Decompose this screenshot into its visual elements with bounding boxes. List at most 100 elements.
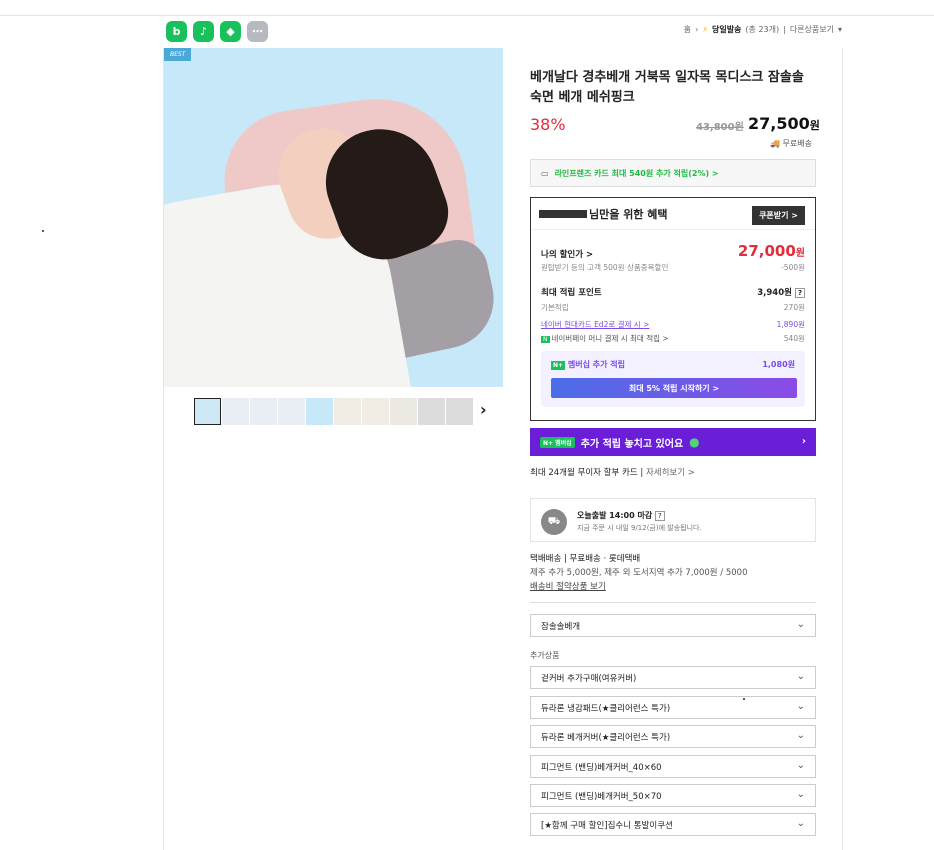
original-price: 43,800원 — [696, 122, 744, 133]
add-option-label: 피그먼트 (밴딩)베개커버_50×70 — [541, 791, 662, 802]
truck-icon: ⛟ — [541, 509, 567, 535]
chevron-right-icon[interactable]: › — [480, 400, 487, 419]
card-points-value: 1,890원 — [776, 320, 805, 329]
bookmark-icon[interactable]: ◆ — [220, 21, 241, 42]
chevron-right-icon: › — [801, 436, 806, 447]
free-shipping: 🚚 무료배송 — [770, 138, 812, 149]
add-option-select[interactable]: 듀라론 냉감패드(★클리어런스 특가) ⌄ — [530, 696, 816, 719]
chevron-down-icon: ⌄ — [796, 730, 805, 741]
delivery-box: ⛟ 오늘출발 14:00 마감 ? 지금 주문 시 내일 9/12(금)에 발송… — [530, 498, 816, 542]
add-option-select[interactable]: 피그먼트 (밴딩)베개커버_40×60 ⌄ — [530, 755, 816, 778]
stray-dot — [743, 698, 745, 700]
membership-label: N+ 멤버십 추가 적립 — [551, 359, 625, 370]
sale-price: 27,500원 — [748, 114, 820, 133]
shipping-saving-link[interactable]: 배송비 절약상품 보기 — [530, 580, 747, 594]
card-icon: ▭ — [541, 168, 549, 178]
installment-text: 최대 24개월 무이자 할부 카드 — [530, 468, 638, 478]
points-value-text: 3,940원 — [757, 288, 792, 298]
membership-badge-label: 멤버십 — [555, 439, 572, 447]
add-option-select[interactable]: [★함께 구매 할인]집수니 통발이쿠션 ⌄ — [530, 813, 816, 836]
add-option-select[interactable]: 겉커버 추가구매(여유커버) ⌄ — [530, 666, 816, 689]
card-points-link[interactable]: 네이버 현대카드 Ed2로 결제 시 > — [541, 319, 649, 330]
option-select-label: 잠솔솔베개 — [541, 621, 581, 632]
tiktok-icon[interactable]: ♪ — [193, 21, 214, 42]
add-option-label: 듀라론 냉감패드(★클리어런스 특가) — [541, 703, 671, 714]
option-select[interactable]: 잠솔솔베개 ⌄ — [530, 614, 816, 637]
pay-points-value: 540원 — [783, 334, 805, 343]
membership-panel: N+ 멤버십 추가 적립 1,080원 최대 5% 적립 시작하기 > — [541, 351, 805, 407]
basic-points-label: 기본적립 — [541, 303, 569, 312]
chevron-down-icon: ⌄ — [796, 789, 805, 800]
thumbnail[interactable] — [222, 398, 249, 425]
chevron-down-icon: ▾ — [837, 25, 842, 34]
thumbnail[interactable] — [446, 398, 473, 425]
add-option-select[interactable]: 피그먼트 (밴딩)베개커버_50×70 ⌄ — [530, 784, 816, 807]
thumbnail[interactable] — [390, 398, 417, 425]
thumbnail[interactable] — [334, 398, 361, 425]
thumbnail-strip — [194, 398, 473, 425]
card-promo[interactable]: ▭ 라인프렌즈 카드 최대 540원 추가 적립(2%) > — [530, 159, 816, 187]
membership-banner[interactable]: N+ 멤버십 추가 적립 놓치고 있어요 ● › — [530, 428, 816, 456]
add-option-label: 듀라론 베개커버(★클리어런스 특가) — [541, 732, 671, 743]
my-discount-label[interactable]: 나의 할인가 > — [541, 248, 593, 260]
product-main-image[interactable]: BEST — [164, 48, 503, 387]
thumbnail[interactable] — [418, 398, 445, 425]
help-icon[interactable]: ? — [794, 288, 805, 298]
help-icon[interactable]: ? — [655, 511, 665, 521]
more-icon[interactable]: ⋯ — [247, 21, 268, 42]
benefit-box: 님만을 위한 혜택 쿠폰받기 > 나의 할인가 > 27,000원 원탑받기 등… — [530, 197, 816, 421]
nav-divider: | — [783, 25, 786, 34]
pay-points-label: 네이버페이 머니 결제 시 최대 적립 > — [551, 334, 669, 343]
share-bar: b ♪ ◆ ⋯ — [166, 21, 268, 42]
npay-icon: N — [541, 336, 550, 343]
thumbnail[interactable] — [250, 398, 277, 425]
chevron-right-icon: › — [695, 25, 699, 34]
other-products-link[interactable]: 다른상품보기 — [790, 24, 834, 35]
my-discount-sub: 원탑받기 등의 고객 500원 상품중복할인 — [541, 263, 669, 272]
product-title: 베개날다 경추베개 거북목 일자목 목디스크 잠솔솔 숙면 베개 메쉬핑크 — [530, 70, 804, 105]
my-discount-price: 27,000원 — [738, 242, 805, 260]
blog-icon[interactable]: b — [166, 21, 187, 42]
installment-detail-link[interactable]: 자세히보기 > — [646, 468, 695, 478]
free-shipping-label: 무료배송 — [782, 139, 812, 148]
add-option-label: 겉커버 추가구매(여유커버) — [541, 673, 637, 684]
divider — [530, 602, 816, 603]
thumbnail[interactable] — [194, 398, 221, 425]
best-badge: BEST — [164, 48, 192, 61]
banner-text: 추가 적립 놓치고 있어요 — [580, 438, 684, 450]
sameday-link[interactable]: 당일발송 — [712, 24, 741, 35]
card-promo-label: 라인프렌즈 카드 최대 540원 추가 적립(2%) > — [554, 168, 719, 178]
pay-points-link[interactable]: N 네이버페이 머니 결제 시 최대 적립 > — [541, 333, 669, 344]
membership-start-button[interactable]: 최대 5% 적립 시작하기 > — [551, 378, 797, 398]
thumbnail[interactable] — [306, 398, 333, 425]
benefit-heading-label: 님만을 위한 혜택 — [589, 207, 668, 221]
add-products-label: 추가상품 — [530, 651, 560, 660]
user-name-redacted — [539, 209, 587, 218]
add-option-select[interactable]: 듀라론 베개커버(★클리어런스 특가) ⌄ — [530, 725, 816, 748]
thumbnail[interactable] — [362, 398, 389, 425]
lightning-icon: ⚡ — [702, 25, 708, 34]
chevron-down-icon: ⌄ — [796, 701, 805, 712]
chevron-down-icon: ⌄ — [796, 671, 805, 682]
truck-icon: 🚚 — [770, 139, 783, 148]
membership-icon: N+ — [551, 361, 566, 370]
shipping-extra-fee: 제주 추가 5,000원, 제주 외 도서지역 추가 7,000원 / 5000 — [530, 568, 748, 578]
breadcrumb: 홈 › ⚡ 당일발송 (총 23개) | 다른상품보기 ▾ — [684, 24, 842, 35]
delivery-eta: 지금 주문 시 내일 9/12(금)에 발송됩니다. — [577, 524, 702, 532]
membership-value: 1,080원 — [762, 360, 795, 369]
shipping-info: 택배배송 | 무료배송 · 롯데택배 제주 추가 5,000원, 제주 외 도서… — [530, 552, 747, 594]
my-discount-unit: 원 — [795, 248, 805, 259]
sale-price-unit: 원 — [809, 119, 820, 132]
add-option-label: [★함께 구매 할인]집수니 통발이쿠션 — [541, 820, 673, 831]
home-link[interactable]: 홈 — [684, 24, 691, 35]
discount-rate: 38% — [530, 115, 566, 134]
coupon-button[interactable]: 쿠폰받기 > — [752, 206, 805, 225]
membership-label-text: 멤버십 추가 적립 — [567, 360, 625, 369]
membership-badge: N+ 멤버십 — [540, 436, 575, 448]
sameday-count: (총 23개) — [745, 25, 780, 34]
chevron-down-icon: ⌄ — [796, 619, 805, 630]
thumbnail[interactable] — [278, 398, 305, 425]
sale-price-value: 27,500 — [748, 114, 810, 133]
my-discount-diff: -500원 — [781, 263, 805, 272]
delivery-deadline-text: 오늘출발 14:00 마감 — [577, 511, 653, 520]
